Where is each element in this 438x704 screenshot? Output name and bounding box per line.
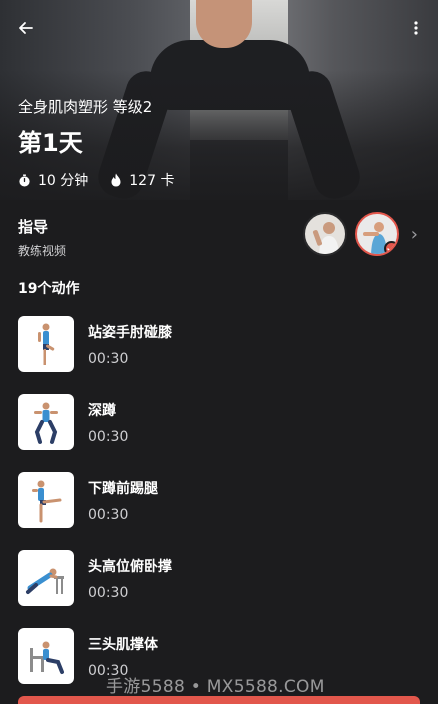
exercise-thumbnail: [18, 316, 74, 372]
exercise-name: 下蹲前踢腿: [88, 481, 158, 497]
animation-avatar[interactable]: [354, 212, 399, 256]
coach-avatar[interactable]: [302, 212, 347, 256]
coach-title: 指导: [18, 218, 49, 236]
coach-photo: [312, 222, 339, 254]
exercise-count: 19个动作: [18, 281, 80, 297]
exercise-duration: 00:30: [88, 429, 129, 445]
squat-front-kick-figure: [32, 480, 62, 523]
exercise-name: 头高位俯卧撑: [88, 559, 172, 575]
exercise-duration: 00:30: [88, 585, 129, 601]
workout-header: 全身肌肉塑形 等级2 第1天 10 分钟 127 卡: [18, 96, 174, 190]
more-vertical-icon: [414, 21, 418, 35]
calories-stat: 127 卡: [110, 170, 174, 190]
list-item[interactable]: 下蹲前踢腿 00:30: [18, 472, 418, 550]
coach-section[interactable]: 指导 教练视频: [18, 216, 66, 259]
exercise-thumbnail: [18, 550, 74, 606]
more-options-button[interactable]: [404, 16, 428, 40]
coach-video-selector[interactable]: ›: [302, 212, 418, 256]
start-button[interactable]: [18, 696, 420, 704]
exercise-thumbnail: [18, 628, 74, 684]
exercise-name: 三头肌撑体: [88, 637, 158, 653]
selected-badge: [383, 241, 397, 254]
chevron-right-icon[interactable]: ›: [411, 224, 418, 245]
duration-value: 10 分钟: [38, 173, 89, 189]
duration-stat: 10 分钟: [18, 170, 88, 190]
standing-knee-to-elbow-figure: [38, 323, 55, 365]
back-button[interactable]: [14, 16, 38, 40]
plan-name: 全身肌肉塑形 等级2: [18, 98, 153, 116]
exercise-duration: 00:30: [88, 507, 129, 523]
exercise-list: 站姿手肘碰膝 00:30 深蹲 00:30 下蹲前踢腿 00:30 头高位俯卧撑…: [18, 316, 418, 704]
exercise-name: 站姿手肘碰膝: [88, 325, 172, 341]
flame-icon: [111, 173, 121, 187]
incline-pushup-figure: [26, 568, 64, 594]
exercise-thumbnail: [18, 472, 74, 528]
list-item[interactable]: 深蹲 00:30: [18, 394, 418, 472]
squat-figure: [34, 402, 58, 444]
exercise-name: 深蹲: [88, 403, 116, 419]
check-icon: [387, 245, 396, 252]
triceps-dips-figure: [30, 641, 64, 674]
watermark-text: 手游5588 • MX5588.COM: [106, 677, 325, 697]
arrow-left-icon: [19, 22, 33, 34]
timer-icon: [19, 173, 30, 187]
exercise-duration: 00:30: [88, 351, 129, 367]
calories-value: 127 卡: [129, 173, 175, 189]
day-title: 第1天: [18, 129, 83, 157]
coach-subtitle: 教练视频: [18, 244, 67, 258]
list-item[interactable]: 站姿手肘碰膝 00:30: [18, 316, 418, 394]
workout-stats: 10 分钟 127 卡: [18, 170, 174, 190]
list-item[interactable]: 头高位俯卧撑 00:30: [18, 550, 418, 628]
exercise-thumbnail: [18, 394, 74, 450]
